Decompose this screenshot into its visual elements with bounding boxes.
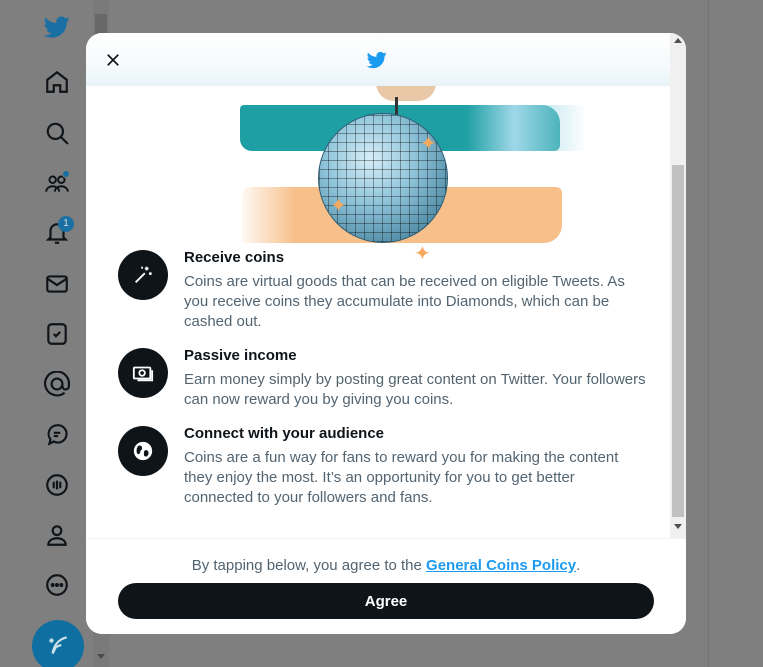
close-icon: [107, 54, 119, 66]
notifications-badge: 1: [58, 216, 74, 232]
voice-icon[interactable]: [38, 466, 76, 504]
twitter-logo-icon[interactable]: [38, 8, 76, 46]
messages-icon[interactable]: [38, 265, 76, 303]
sparkle-wand-icon: [118, 250, 168, 300]
policy-prefix: By tapping below, you agree to the: [191, 557, 427, 574]
general-coins-policy-link[interactable]: General Coins Policy: [426, 557, 576, 574]
modal-scrollbar-thumb[interactable]: [672, 165, 684, 517]
topics-icon[interactable]: [38, 365, 76, 403]
feature-title: Passive income: [184, 347, 297, 364]
modal-scroll-up-arrow[interactable]: [674, 38, 682, 43]
modal-header: [86, 33, 670, 86]
compose-icon: [49, 636, 67, 655]
money-icon: [118, 348, 168, 398]
profile-icon[interactable]: [38, 516, 76, 554]
feature-title: Receive coins: [184, 249, 285, 266]
illustration-teal-fade: [466, 105, 586, 151]
feature-passive-income: Passive income Earn money simply by post…: [118, 346, 648, 410]
spaces-icon[interactable]: [38, 416, 76, 454]
twitter-logo-icon: [366, 51, 387, 69]
feature-list: Receive coins Coins are virtual goods th…: [118, 247, 648, 522]
more-icon[interactable]: [38, 566, 76, 604]
lists-icon[interactable]: [38, 315, 76, 353]
communities-badge-dot: [62, 170, 70, 178]
communities-icon[interactable]: [38, 164, 76, 202]
compose-button[interactable]: [32, 620, 84, 667]
disco-ball-illustration: ✦ ✦ ✦: [86, 83, 670, 263]
column-divider: [708, 0, 709, 667]
sparkle-icon: ✦: [330, 193, 347, 217]
feature-receive-coins: Receive coins Coins are virtual goods th…: [118, 248, 648, 332]
feature-body: Coins are a fun way for fans to reward y…: [184, 449, 619, 506]
feature-body: Earn money simply by posting great conte…: [184, 371, 646, 408]
illustration-peach-fade: [236, 187, 296, 243]
agree-button[interactable]: Agree: [118, 583, 654, 619]
notifications-icon[interactable]: 1: [38, 214, 76, 252]
feature-connect-audience: Connect with your audience Coins are a f…: [118, 424, 648, 508]
globe-icon: [118, 426, 168, 476]
page-scroll-down-arrow[interactable]: [97, 654, 105, 659]
modal-footer: By tapping below, you agree to the Gener…: [86, 538, 686, 634]
explore-icon[interactable]: [38, 114, 76, 152]
feature-title: Connect with your audience: [184, 425, 385, 442]
home-icon[interactable]: [38, 63, 76, 101]
modal-scroll-down-arrow[interactable]: [674, 524, 682, 529]
modal-scroll-area[interactable]: ✦ ✦ ✦ Receive coins Coins are virtual go…: [86, 33, 670, 538]
feature-body: Coins are virtual goods that can be rece…: [184, 273, 625, 330]
policy-suffix: .: [576, 557, 581, 574]
sparkle-icon: ✦: [420, 131, 437, 155]
close-button[interactable]: [100, 47, 126, 73]
modal-scrollbar[interactable]: [670, 33, 686, 538]
coins-modal: ✦ ✦ ✦ Receive coins Coins are virtual go…: [86, 33, 686, 634]
policy-agreement-text: By tapping below, you agree to the Gener…: [86, 556, 686, 576]
illustration-string: [395, 97, 398, 115]
